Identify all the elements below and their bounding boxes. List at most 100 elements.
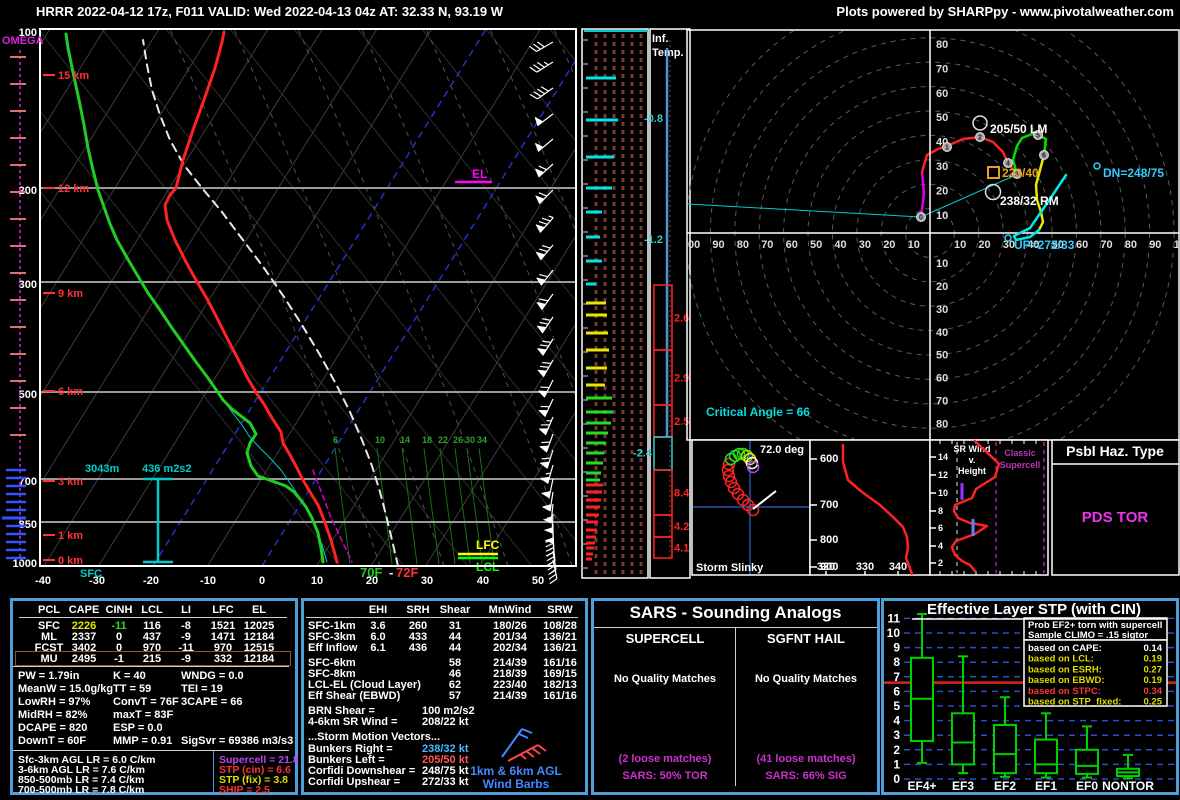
stp-ytick: 2 xyxy=(893,743,900,757)
el-label: EL xyxy=(472,167,487,181)
classic-supercell-label: Classic xyxy=(1004,448,1036,458)
effective-inflow-srh: 436 m2s2 xyxy=(142,463,192,475)
kin-col-header: MnWind xyxy=(488,604,532,616)
stp-category-label: EF4+ xyxy=(907,779,936,792)
classic-supercell-label: Supercell xyxy=(1000,460,1041,470)
mean-wind-label: 223/40 xyxy=(1002,166,1039,180)
header-underline xyxy=(306,617,578,618)
stat-value: PW = 1.79in xyxy=(18,670,80,682)
temp-axis-label: 30 xyxy=(421,575,433,587)
mixing-ratio-label: 6 xyxy=(333,435,338,445)
storm-motion-title: ...Storm Motion Vectors... xyxy=(308,731,441,743)
stp-ytick: 11 xyxy=(887,611,900,625)
hazard-value: PDS TOR xyxy=(1082,509,1149,526)
stp-legend-label: based on ESRH: xyxy=(1028,664,1102,675)
wind-barb xyxy=(535,215,554,233)
kin-col-header: Shear xyxy=(439,604,471,616)
wind-barb xyxy=(536,293,554,311)
brn-label: 4-6km SR Wind = xyxy=(308,716,398,728)
hodo-x-label: 90 xyxy=(712,239,724,251)
stp-ytick: 0 xyxy=(893,772,900,786)
hazard-panel xyxy=(1051,439,1180,576)
mixing-ratio-line xyxy=(334,447,351,565)
line xyxy=(501,728,523,758)
hodo-x-label: 70 xyxy=(761,239,773,251)
stp-ytick: 10 xyxy=(887,626,901,640)
kinematics-panel: EHI SRH Shear MnWind SRW SFC-1km 3.6 260 31 180/2… xyxy=(301,598,588,795)
line xyxy=(545,546,555,552)
height-marker-label: 2 xyxy=(978,135,982,142)
sr-title: v. xyxy=(969,455,976,465)
stp-ytick: 5 xyxy=(893,699,900,713)
sars-supercell-matches: No Quality Matches xyxy=(613,673,717,685)
stp-ytick: 8 xyxy=(893,655,900,669)
parcel-stats-panel: PCL CAPE CINH LCL LI LFC EL SFC 2226 -11 116 -8 1521… xyxy=(10,598,299,796)
advection-value: 4.2 xyxy=(674,521,689,533)
stat-value: ConvT = 76F xyxy=(113,696,179,708)
hodo-y-label: 30 xyxy=(936,161,948,173)
line xyxy=(519,753,527,760)
mu-row-box xyxy=(15,651,291,666)
composite-index: SHIP = 2.5 xyxy=(219,784,270,796)
hodo-y-label: 40 xyxy=(936,327,948,339)
stp-box xyxy=(1075,748,1099,775)
stp-legend-value: 0.27 xyxy=(1144,664,1163,675)
kin-col-header: SRW xyxy=(547,604,573,616)
hodo-x-label: 1 xyxy=(1174,239,1180,251)
lfc-label: LFC xyxy=(476,538,500,552)
hodograph-border xyxy=(686,29,1180,441)
pressure-label: 300 xyxy=(19,279,37,291)
advection-box xyxy=(653,469,673,516)
temp-axis-label: 50 xyxy=(532,575,544,587)
advection-box xyxy=(653,284,673,351)
stat-value: MMP = 0.91 xyxy=(113,735,173,747)
barb-caption: 1km & 6km AGL xyxy=(470,764,562,778)
hodo-y-label: 50 xyxy=(936,112,948,124)
effective-inflow-height: 3043m xyxy=(85,463,119,475)
mixing-ratio-label: 34 xyxy=(477,435,487,445)
temp-axis-label: 0 xyxy=(259,575,265,587)
slinky-angle: 72.0 deg xyxy=(760,444,804,456)
stat-value: MeanW = 15.0g/kg xyxy=(18,683,114,695)
height-km-label: 1 km xyxy=(58,530,83,542)
sars-hail-matches: No Quality Matches xyxy=(754,673,858,685)
stp-legend-value: 0.19 xyxy=(1144,654,1163,665)
thetae-pressure-label: 700 xyxy=(820,499,838,511)
mixing-ratio-line xyxy=(439,447,456,565)
height-km-label: 15 km xyxy=(58,70,89,82)
wind-barb xyxy=(529,41,554,53)
stp-legend-label: based on EBWD: xyxy=(1028,675,1105,686)
line xyxy=(507,744,539,762)
surface-temp-f: 72F xyxy=(396,565,418,580)
line xyxy=(518,733,529,739)
corfidi-up-label: UP=272/33 xyxy=(1014,238,1075,252)
inset-panels: 72.0 degStorm Slinky600700800900320 330 34… xyxy=(691,439,1180,576)
hodo-trace-12km-plus xyxy=(919,170,926,219)
slinky-title: Storm Slinky xyxy=(696,562,764,574)
advection-value: 4.1 xyxy=(674,543,689,555)
stp-prob-line: Sample CLIMO = .15 sigtor xyxy=(1028,630,1148,641)
stat-value: TT = 59 xyxy=(113,683,152,695)
height-km-label: 3 km xyxy=(58,476,83,488)
kin-cell: 136/21 xyxy=(543,642,577,654)
profile-columns: Inf.Temp.-0.8-1.22.62.92.5-2.48.44.24.1 xyxy=(581,28,691,579)
hazard-title: Psbl Haz. Type xyxy=(1066,443,1164,459)
mixing-ratio-label: 30 xyxy=(465,435,475,445)
wind-barb xyxy=(535,244,554,261)
parcel-col-header: EL xyxy=(251,604,267,616)
mean-wind-marker xyxy=(987,166,1000,179)
sr-height-label: 8 xyxy=(938,506,943,516)
kin-row-name: Eff Shear (EBWD) xyxy=(308,690,401,702)
temp-axis-label: 40 xyxy=(477,575,489,587)
line xyxy=(548,573,557,580)
sfc-label: SFC xyxy=(80,568,102,580)
wind-barb xyxy=(538,398,554,418)
kin-cell: 214/39 xyxy=(493,690,527,702)
line xyxy=(525,750,535,758)
stp-legend-label: based on CAPE: xyxy=(1028,643,1102,654)
sars-title: SARS - Sounding Analogs xyxy=(629,603,842,622)
lapse-rate-value: 700-500mb LR = 7.8 C/km xyxy=(18,784,145,796)
hodo-y-label: 30 xyxy=(936,304,948,316)
stat-value: DCAPE = 820 xyxy=(18,722,88,734)
sars-supercell-header: SUPERCELL xyxy=(625,631,705,646)
